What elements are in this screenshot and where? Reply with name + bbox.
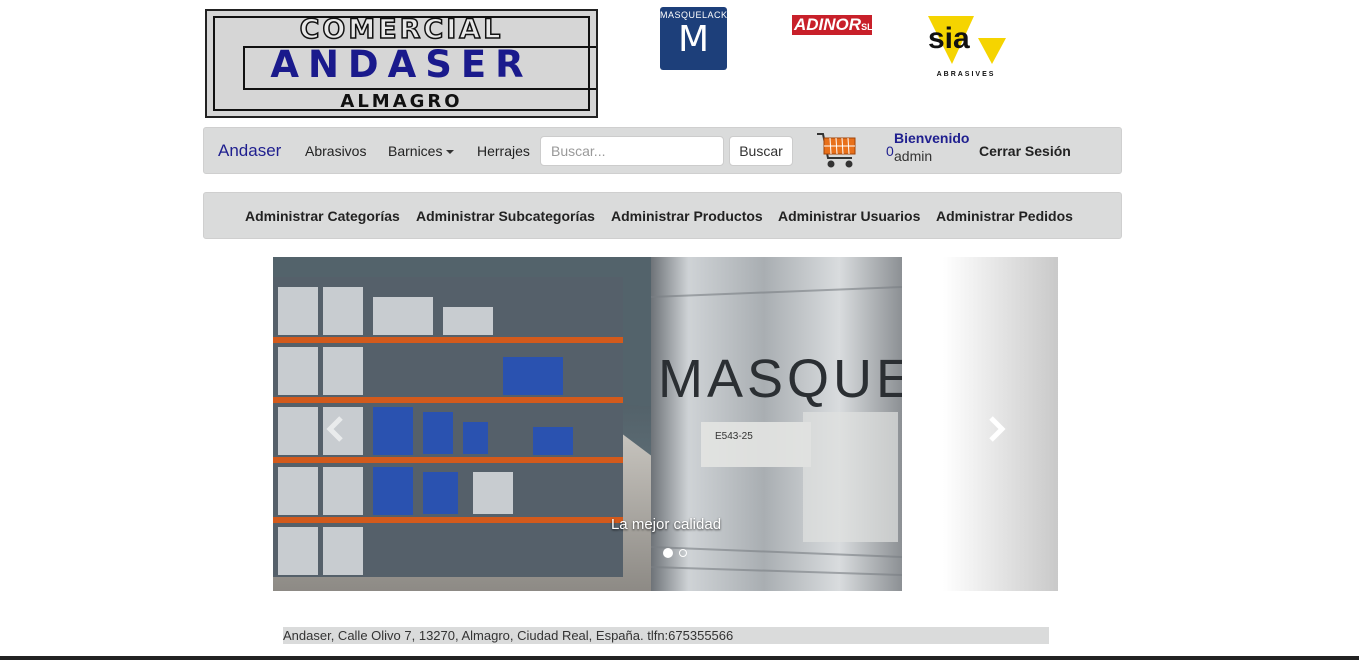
search-input[interactable] (540, 136, 724, 166)
admin-link-usuarios[interactable]: Administrar Usuarios (778, 208, 920, 224)
carousel-slide-image: MASQUE E543-25 (273, 257, 902, 591)
nav-dropdown-barnices[interactable]: Barnices (388, 143, 455, 159)
nav-dropdown-barnices-label: Barnices (388, 143, 443, 159)
admin-navbar: Administrar Categorías Administrar Subca… (203, 192, 1122, 239)
cart-count: 0 (886, 143, 894, 159)
username-text: admin (894, 148, 933, 164)
main-navbar: Andaser Abrasivos Barnices Herrajes Busc… (203, 127, 1122, 174)
logo-line-comercial: COMERCIAL (299, 13, 504, 46)
adinor-logo-name: ADINOR (794, 15, 862, 34)
adinor-logo: ADINORSL (792, 15, 873, 35)
welcome-text: Bienvenido (894, 130, 970, 146)
comercial-andaser-logo: COMERCIAL ANDASER ALMAGRO (205, 9, 598, 118)
carousel-caption: La mejor calidad (610, 516, 722, 533)
admin-link-pedidos[interactable]: Administrar Pedidos (936, 208, 1073, 224)
logo-line-almagro: ALMAGRO (340, 91, 463, 112)
shopping-cart-icon[interactable] (816, 131, 858, 171)
carousel-indicator-1[interactable] (663, 548, 673, 558)
carousel-indicator-2[interactable] (679, 549, 687, 557)
sia-logo-text: sia (928, 22, 970, 55)
nav-link-abrasivos[interactable]: Abrasivos (305, 143, 366, 159)
drum-label-text: E543-25 (715, 431, 753, 442)
admin-link-categorias[interactable]: Administrar Categorías (245, 208, 400, 224)
logo-line-andaser: ANDASER (270, 43, 533, 86)
sia-logo-mark: sia (928, 16, 1006, 64)
admin-link-productos[interactable]: Administrar Productos (611, 208, 763, 224)
bottom-border-strip (0, 656, 1359, 660)
image-carousel: MASQUE E543-25 La mejor calidad (273, 257, 1058, 591)
search-button[interactable]: Buscar (729, 136, 793, 166)
brand-link[interactable]: Andaser (218, 141, 281, 161)
chevron-right-icon[interactable] (985, 414, 1009, 444)
nav-link-herrajes[interactable]: Herrajes (477, 143, 530, 159)
warehouse-photo: MASQUE E543-25 (273, 257, 902, 591)
caret-down-icon (446, 150, 455, 155)
chevron-left-icon[interactable] (323, 414, 347, 444)
masquelack-logo: MASQUELACK M (660, 7, 727, 70)
adinor-logo-suffix: SL (861, 22, 873, 32)
sia-logo-subtitle: ABRASIVES (936, 71, 996, 78)
drum-brand-text: MASQUE (658, 349, 902, 409)
masquelack-logo-letter: M (677, 19, 710, 60)
admin-link-subcategorias[interactable]: Administrar Subcategorías (416, 208, 595, 224)
logout-link[interactable]: Cerrar Sesión (979, 143, 1071, 159)
footer-address: Andaser, Calle Olivo 7, 13270, Almagro, … (283, 627, 1049, 644)
sia-abrasives-logo: sia ABRASIVES (924, 14, 1008, 78)
